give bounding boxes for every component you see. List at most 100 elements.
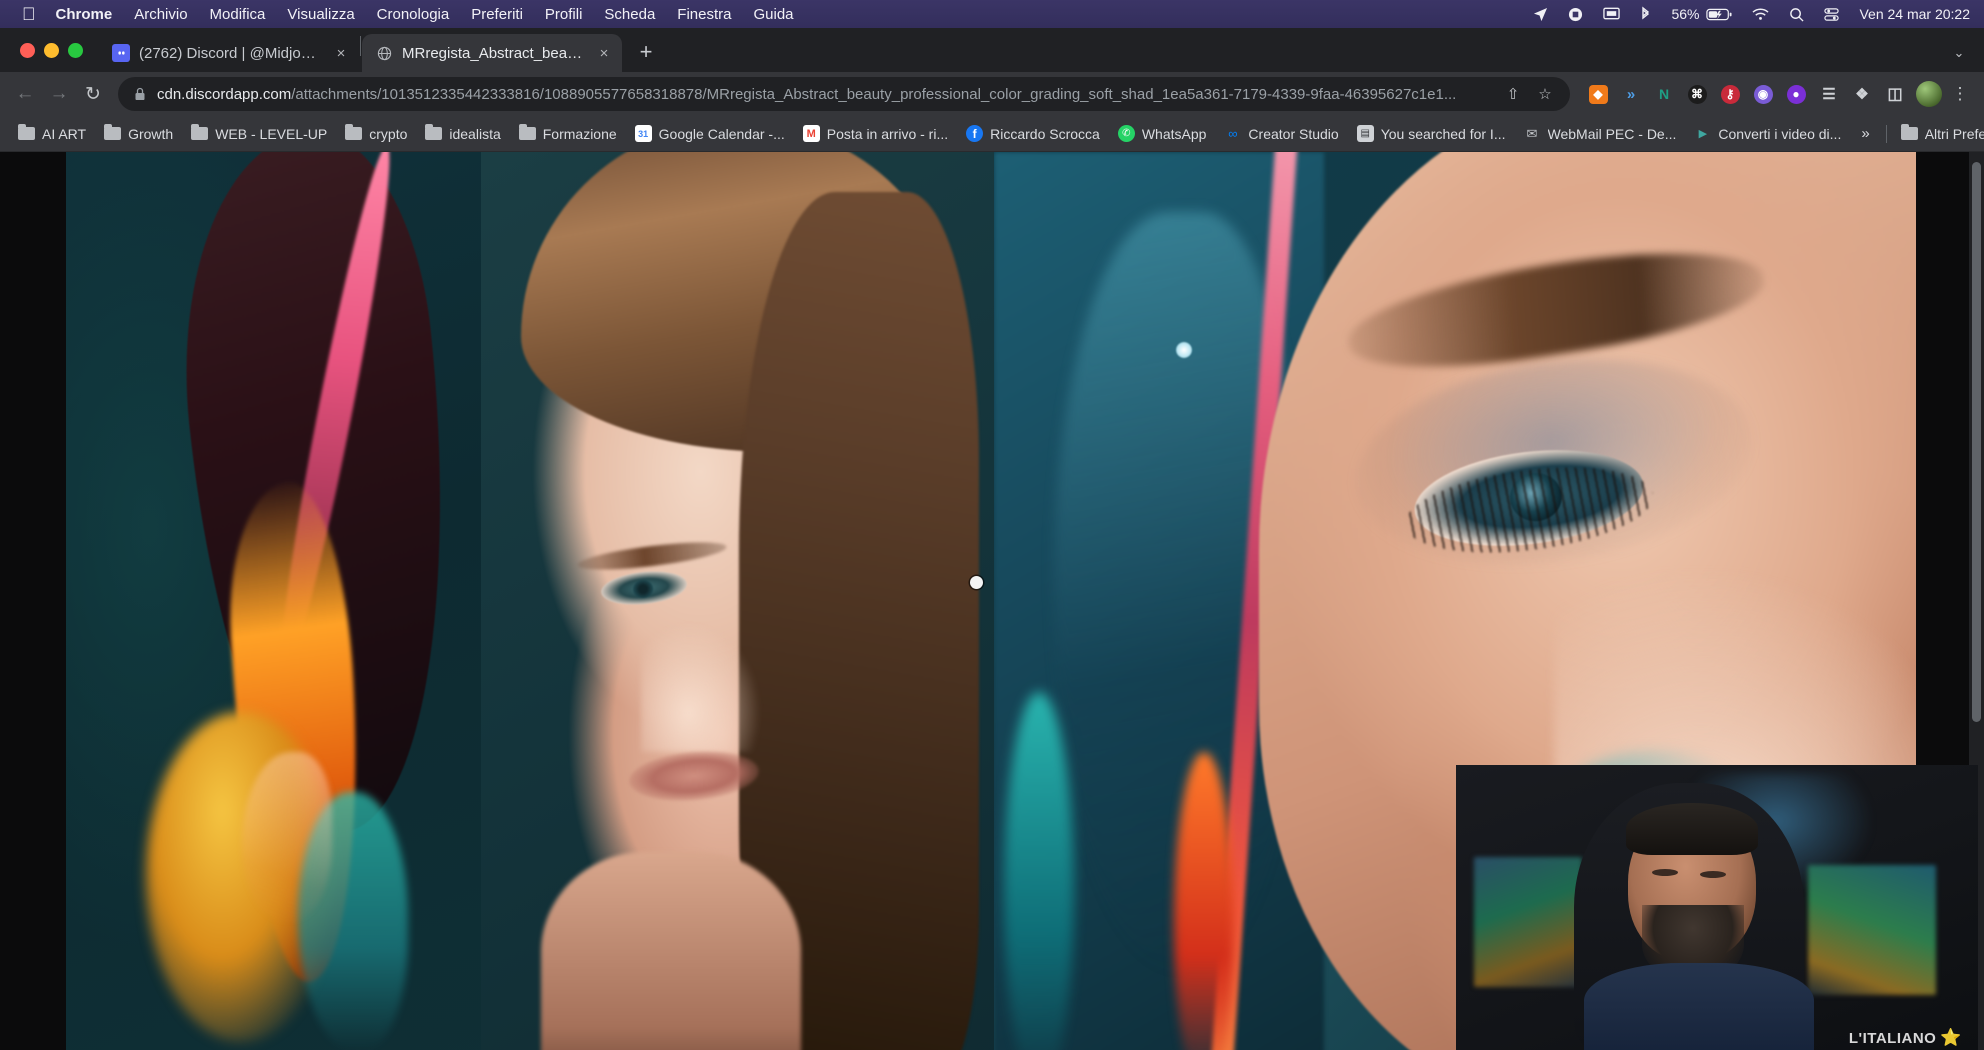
macos-menubar:  Chrome Archivio Modifica Visualizza Cr… bbox=[0, 0, 1984, 28]
bookmark-label: idealista bbox=[449, 126, 500, 142]
bookmark-label: WhatsApp bbox=[1142, 126, 1207, 142]
watermark-text: L'ITALIANO bbox=[1849, 1030, 1936, 1047]
star-icon: ⭐ bbox=[1940, 1028, 1962, 1048]
zoom-button[interactable] bbox=[68, 43, 83, 58]
bookmark-converti-video[interactable]: ▶ Converti i video di... bbox=[1686, 121, 1849, 146]
chrome-menu-button[interactable]: ⋮ bbox=[1946, 84, 1974, 104]
webcam-monitor-left bbox=[1474, 857, 1582, 987]
chevron-down-icon[interactable]: ⌄ bbox=[1942, 34, 1976, 72]
lock-icon[interactable] bbox=[134, 87, 146, 101]
webcam-overlay[interactable]: L'ITALIANO ⭐ bbox=[1456, 765, 1978, 1050]
extension-red-key-icon[interactable]: ⚷ bbox=[1715, 79, 1745, 109]
mail-icon: ✉ bbox=[1524, 125, 1541, 142]
folder-icon bbox=[345, 125, 362, 142]
puzzle-glyph: ❖ bbox=[1853, 85, 1872, 104]
video-convert-icon: ▶ bbox=[1694, 125, 1711, 142]
scrollbar-thumb[interactable] bbox=[1972, 162, 1981, 722]
forward-button[interactable]: → bbox=[42, 77, 76, 111]
extension-blue-chevrons-icon[interactable]: » bbox=[1616, 79, 1646, 109]
bookmark-idealista[interactable]: idealista bbox=[417, 121, 508, 146]
bookmark-label: Google Calendar -... bbox=[659, 126, 785, 142]
tab-midjourney-image[interactable]: MRregista_Abstract_beauty_... × bbox=[362, 34, 622, 72]
extension-purple-eye-icon[interactable]: ◉ bbox=[1748, 79, 1778, 109]
menu-item-archivio[interactable]: Archivio bbox=[134, 6, 187, 23]
screen-record-icon[interactable] bbox=[1568, 7, 1583, 22]
bookmark-facebook-profile[interactable]: fRiccardo Scrocca bbox=[958, 121, 1108, 146]
location-arrow-icon[interactable] bbox=[1533, 7, 1548, 22]
profile-avatar[interactable] bbox=[1916, 81, 1942, 107]
bookmark-webmail-pec[interactable]: ✉ WebMail PEC - De... bbox=[1516, 121, 1685, 146]
battery-charging-icon[interactable] bbox=[1706, 8, 1732, 21]
menu-item-visualizza[interactable]: Visualizza bbox=[287, 6, 354, 23]
webcam-person-eye-right bbox=[1700, 871, 1726, 878]
tab-close-button[interactable]: × bbox=[331, 43, 351, 63]
side-panel-glyph: ◫ bbox=[1886, 85, 1905, 104]
window-controls bbox=[14, 28, 99, 72]
menu-item-cronologia[interactable]: Cronologia bbox=[377, 6, 450, 23]
bookmark-growth[interactable]: Growth bbox=[96, 121, 181, 146]
spotlight-search-icon[interactable] bbox=[1789, 7, 1804, 22]
bookmark-web-level-up[interactable]: WEB - LEVEL-UP bbox=[183, 121, 335, 146]
bookmark-ai-art[interactable]: AI ART bbox=[10, 121, 94, 146]
tab-discord[interactable]: (2762) Discord | @Midjourney × bbox=[99, 34, 359, 72]
display-icon[interactable] bbox=[1603, 7, 1620, 21]
reload-button[interactable]: ↻ bbox=[76, 77, 110, 111]
folder-icon bbox=[104, 125, 121, 142]
menu-item-guida[interactable]: Guida bbox=[753, 6, 793, 23]
bookmark-crypto[interactable]: crypto bbox=[337, 121, 415, 146]
bookmarks-overflow-button[interactable]: » bbox=[1851, 125, 1879, 142]
webcam-person-eye-left bbox=[1652, 869, 1678, 876]
extensions-puzzle-icon[interactable]: ❖ bbox=[1847, 79, 1877, 109]
bookmark-star-icon[interactable]: ☆ bbox=[1532, 81, 1558, 107]
tab-close-button[interactable]: × bbox=[594, 43, 614, 63]
bookmark-label: Converti i video di... bbox=[1718, 126, 1841, 142]
bookmark-label: crypto bbox=[369, 126, 407, 142]
mouse-pointer bbox=[970, 576, 983, 589]
chrome-window: (2762) Discord | @Midjourney × MRregista… bbox=[0, 28, 1984, 1050]
bookmark-google-calendar[interactable]: 31Google Calendar -... bbox=[627, 121, 793, 146]
url-text[interactable]: cdn.discordapp.com/attachments/101351233… bbox=[157, 86, 1494, 103]
bookmark-you-searched-for[interactable]: ▤You searched for I... bbox=[1349, 121, 1514, 146]
apple-logo-icon[interactable]:  bbox=[22, 5, 36, 23]
webcam-person-hair bbox=[1626, 803, 1758, 855]
battery-percent-label: 56% bbox=[1671, 6, 1699, 22]
control-center-icon[interactable] bbox=[1824, 7, 1839, 22]
wifi-icon[interactable] bbox=[1752, 8, 1769, 21]
address-bar[interactable]: cdn.discordapp.com/attachments/101351233… bbox=[118, 77, 1570, 111]
extension-n-icon[interactable]: N bbox=[1649, 79, 1679, 109]
extension-orange-icon[interactable]: ◆ bbox=[1583, 79, 1613, 109]
side-panel-icon[interactable]: ◫ bbox=[1880, 79, 1910, 109]
minimize-button[interactable] bbox=[44, 43, 59, 58]
folder-icon bbox=[425, 125, 442, 142]
extension-dark-glyph: ⌘ bbox=[1688, 85, 1707, 104]
menu-item-chrome[interactable]: Chrome bbox=[56, 6, 113, 23]
tab-title: (2762) Discord | @Midjourney bbox=[139, 45, 323, 62]
share-icon[interactable]: ⇧ bbox=[1500, 81, 1526, 107]
bookmark-altri-preferiti[interactable]: Altri Preferiti bbox=[1893, 121, 1984, 146]
bookmark-whatsapp[interactable]: ✆ WhatsApp bbox=[1110, 121, 1215, 146]
bookmark-label: WEB - LEVEL-UP bbox=[215, 126, 327, 142]
bookmark-label: WebMail PEC - De... bbox=[1548, 126, 1677, 142]
extension-grid-icon[interactable]: ☰ bbox=[1814, 79, 1844, 109]
bluetooth-icon[interactable] bbox=[1640, 6, 1651, 22]
menubar-clock[interactable]: Ven 24 mar 20:22 bbox=[1859, 6, 1970, 22]
bookmark-label: Posta in arrivo - ri... bbox=[827, 126, 948, 142]
back-button[interactable]: ← bbox=[8, 77, 42, 111]
gmail-icon: M bbox=[803, 125, 820, 142]
menu-item-scheda[interactable]: Scheda bbox=[604, 6, 655, 23]
folder-icon bbox=[18, 125, 35, 142]
whatsapp-icon: ✆ bbox=[1118, 125, 1135, 142]
bookmark-formazione[interactable]: Formazione bbox=[511, 121, 625, 146]
extension-violet-badge-icon[interactable]: ● bbox=[1781, 79, 1811, 109]
bookmark-label: You searched for I... bbox=[1381, 126, 1506, 142]
close-button[interactable] bbox=[20, 43, 35, 58]
bookmark-gmail[interactable]: M Posta in arrivo - ri... bbox=[795, 121, 956, 146]
bookmark-creator-studio[interactable]: ∞Creator Studio bbox=[1216, 121, 1346, 146]
menu-item-modifica[interactable]: Modifica bbox=[210, 6, 266, 23]
new-tab-button[interactable]: + bbox=[630, 36, 662, 68]
menu-item-finestra[interactable]: Finestra bbox=[677, 6, 731, 23]
menu-item-preferiti[interactable]: Preferiti bbox=[471, 6, 523, 23]
menu-item-profili[interactable]: Profili bbox=[545, 6, 583, 23]
meta-icon: ∞ bbox=[1224, 125, 1241, 142]
extension-dark-icon[interactable]: ⌘ bbox=[1682, 79, 1712, 109]
